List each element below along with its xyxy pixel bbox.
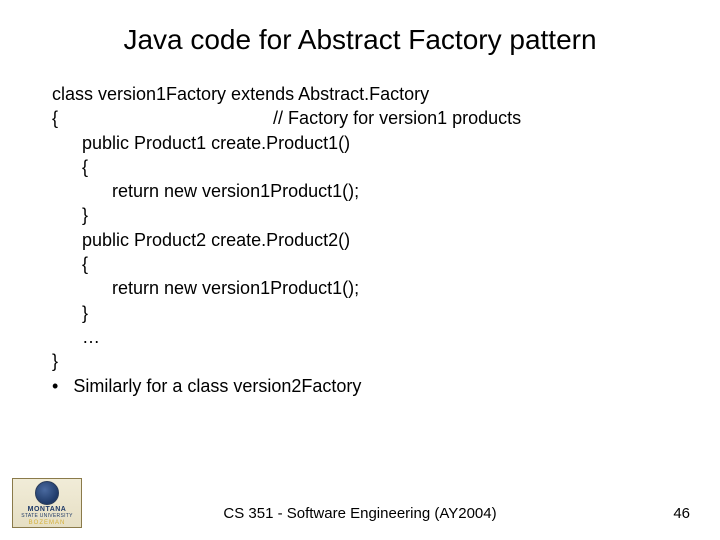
footer-page-number: 46: [673, 505, 690, 522]
footer-course: CS 351 - Software Engineering (AY2004): [0, 505, 720, 522]
code-block: class version1Factory extends Abstract.F…: [52, 82, 662, 398]
code-line: return new version1Product1();: [52, 278, 359, 298]
code-line: { // Factory for version1 products: [52, 108, 521, 128]
code-line: }: [52, 351, 58, 371]
code-line: class version1Factory extends Abstract.F…: [52, 84, 429, 104]
slide: Java code for Abstract Factory pattern c…: [0, 0, 720, 540]
code-line: public Product1 create.Product1(): [52, 133, 350, 153]
code-line: }: [52, 205, 88, 225]
slide-title: Java code for Abstract Factory pattern: [0, 24, 720, 56]
code-line: {: [52, 157, 88, 177]
code-line: {: [52, 254, 88, 274]
code-line: }: [52, 303, 88, 323]
logo-seal-icon: [35, 481, 59, 505]
code-line: return new version1Product1();: [52, 181, 359, 201]
code-line: …: [52, 327, 100, 347]
code-line: public Product2 create.Product2(): [52, 230, 350, 250]
bullet-text: Similarly for a class version2Factory: [58, 376, 361, 396]
